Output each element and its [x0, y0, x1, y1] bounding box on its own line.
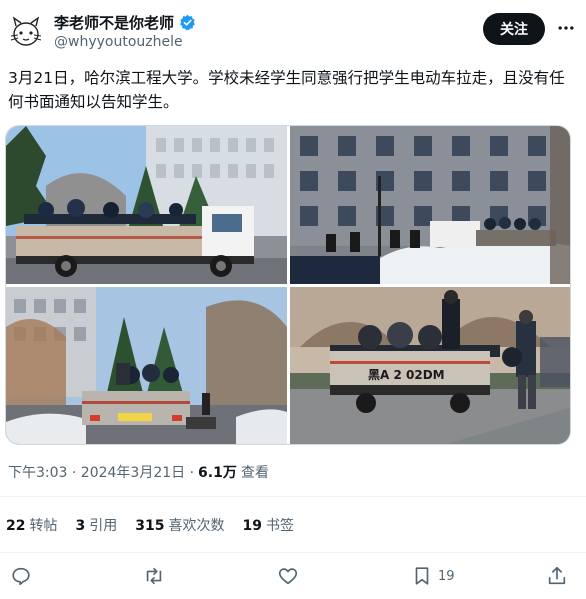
- photo-1[interactable]: [6, 126, 287, 284]
- follow-button[interactable]: 关注: [483, 13, 545, 45]
- reply-button[interactable]: [10, 565, 32, 587]
- stat-likes[interactable]: 315 喜欢次数: [135, 515, 224, 535]
- reply-icon: [12, 567, 30, 586]
- photo-4[interactable]: 黑A 2 02DM: [290, 287, 570, 444]
- share-icon: [548, 566, 566, 585]
- tweet-header: 李老师不是你老师 @whyyoutouzhele 关注: [0, 0, 586, 60]
- stat-reposts[interactable]: 22 转帖: [6, 515, 57, 535]
- tweet-meta: 下午3:03 · 2024年3月21日 · 6.1万 查看: [8, 462, 269, 482]
- author-handle[interactable]: @whyyoutouzhele: [54, 34, 183, 50]
- avatar[interactable]: [6, 12, 46, 52]
- engagement-stats: 22 转帖 3 引用 315 喜欢次数 19 书签: [6, 515, 294, 535]
- divider: [0, 496, 586, 497]
- verified-badge-icon: [180, 14, 195, 31]
- photo-3[interactable]: [6, 287, 287, 444]
- author-name-row[interactable]: 李老师不是你老师: [54, 12, 196, 33]
- more-options-icon[interactable]: [554, 16, 578, 40]
- media-grid: 黑A 2 02DM: [5, 125, 571, 445]
- author-name[interactable]: 李老师不是你老师: [54, 12, 174, 33]
- retweet-button[interactable]: [143, 565, 165, 587]
- stat-quotes[interactable]: 3 引用: [75, 515, 117, 535]
- views-count: 6.1万: [198, 465, 237, 481]
- like-button[interactable]: [277, 565, 299, 587]
- truck-plate-text: 黑A 2 02DM: [368, 368, 445, 382]
- photo-2[interactable]: [290, 126, 570, 284]
- tweet-timestamp[interactable]: 下午3:03 · 2024年3月21日 ·: [8, 462, 194, 482]
- bookmark-icon: [415, 567, 429, 585]
- tweet-text: 3月21日，哈尔滨工程大学。学校未经学生同意强行把学生电动车拉走，且没有任何书面…: [8, 69, 565, 111]
- action-bar: 19: [0, 562, 586, 592]
- bookmark-count: 19: [438, 568, 455, 584]
- stat-bookmarks[interactable]: 19 书签: [242, 515, 293, 535]
- bookmark-button[interactable]: 19: [411, 565, 455, 587]
- share-button[interactable]: [546, 565, 568, 587]
- divider: [0, 552, 586, 553]
- heart-icon: [278, 568, 298, 585]
- views-label: 查看: [240, 465, 269, 481]
- retweet-icon: [146, 567, 162, 585]
